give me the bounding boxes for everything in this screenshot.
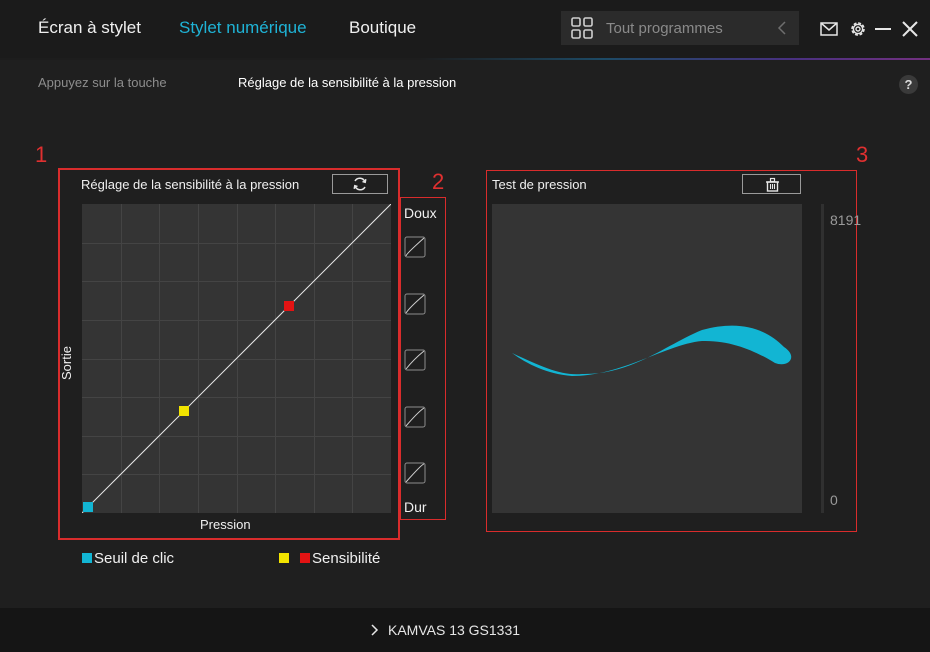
tab-ecran-a-stylet[interactable]: Écran à stylet	[38, 18, 141, 38]
device-name[interactable]: KAMVAS 13 GS1331	[388, 622, 520, 638]
legend-label-click-threshold: Seuil de clic	[94, 550, 175, 567]
curve-preset-icon	[404, 406, 426, 428]
pressure-max-value: 8191	[830, 212, 862, 228]
sensitivity-high-handle[interactable]	[284, 300, 295, 311]
accent-line	[0, 58, 930, 60]
refresh-icon	[353, 177, 367, 191]
chevron-left-icon[interactable]	[775, 19, 789, 37]
callout-1: 1	[35, 142, 48, 167]
preset-soft-label: Doux	[404, 205, 437, 221]
mail-icon[interactable]	[819, 19, 839, 39]
y-axis-label: Sortie	[59, 346, 74, 380]
curve-preset-icon	[404, 462, 426, 484]
callout-2: 2	[432, 169, 445, 194]
program-selector-value: Tout programmes	[606, 20, 723, 37]
pressure-min-value: 0	[830, 492, 838, 508]
help-icon[interactable]: ?	[899, 75, 918, 94]
curve-panel-title: Réglage de la sensibilité à la pression	[81, 177, 300, 192]
preset-hard-label: Dur	[404, 499, 427, 515]
minimize-icon[interactable]	[873, 19, 893, 39]
pressure-curve-plot	[82, 204, 391, 513]
tab-boutique[interactable]: Boutique	[349, 18, 416, 38]
sensitivity-low-handle[interactable]	[178, 406, 189, 417]
pressure-level-bar	[821, 204, 824, 513]
preset-softest-button[interactable]	[404, 236, 426, 258]
preset-linear-button[interactable]	[404, 349, 426, 371]
device-footer: KAMVAS 13 GS1331	[0, 608, 930, 652]
preset-hard-button[interactable]	[404, 406, 426, 428]
pressure-curve-graph[interactable]	[82, 204, 391, 513]
preset-soft-button[interactable]	[404, 293, 426, 315]
program-selector[interactable]: Tout programmes	[561, 11, 799, 45]
tab-stylet-numerique[interactable]: Stylet numérique	[179, 18, 307, 38]
click-threshold-handle[interactable]	[83, 501, 94, 512]
close-icon[interactable]	[900, 19, 920, 39]
trash-icon	[766, 177, 779, 192]
grid-icon[interactable]	[571, 17, 593, 39]
legend-swatch-sensitivity-low	[279, 553, 289, 563]
callout-3: 3	[856, 142, 869, 167]
legend-label-sensitivity: Sensibilité	[312, 550, 381, 567]
chevron-right-icon[interactable]	[369, 623, 379, 637]
pressure-test-canvas[interactable]	[492, 204, 802, 513]
clear-canvas-button[interactable]	[742, 174, 801, 194]
pen-stroke	[512, 325, 792, 376]
reset-curve-button[interactable]	[332, 174, 388, 194]
curve-preset-icon	[404, 236, 426, 258]
subtab-appuyez-sur-la-touche[interactable]: Appuyez sur la touche	[38, 75, 167, 90]
x-axis-label: Pression	[200, 517, 251, 532]
legend-swatch-click-threshold	[82, 553, 92, 563]
curve-preset-icon	[404, 293, 426, 315]
legend-swatch-sensitivity-high	[300, 553, 310, 563]
gear-icon[interactable]	[848, 19, 868, 39]
test-panel-title: Test de pression	[492, 177, 587, 192]
subtab-sensibilite-pression[interactable]: Réglage de la sensibilité à la pression	[238, 75, 456, 90]
preset-hardest-button[interactable]	[404, 462, 426, 484]
pressure-curve-line	[82, 204, 391, 513]
curve-preset-icon	[404, 349, 426, 371]
top-bar: Écran à stylet Stylet numérique Boutique…	[0, 0, 930, 58]
